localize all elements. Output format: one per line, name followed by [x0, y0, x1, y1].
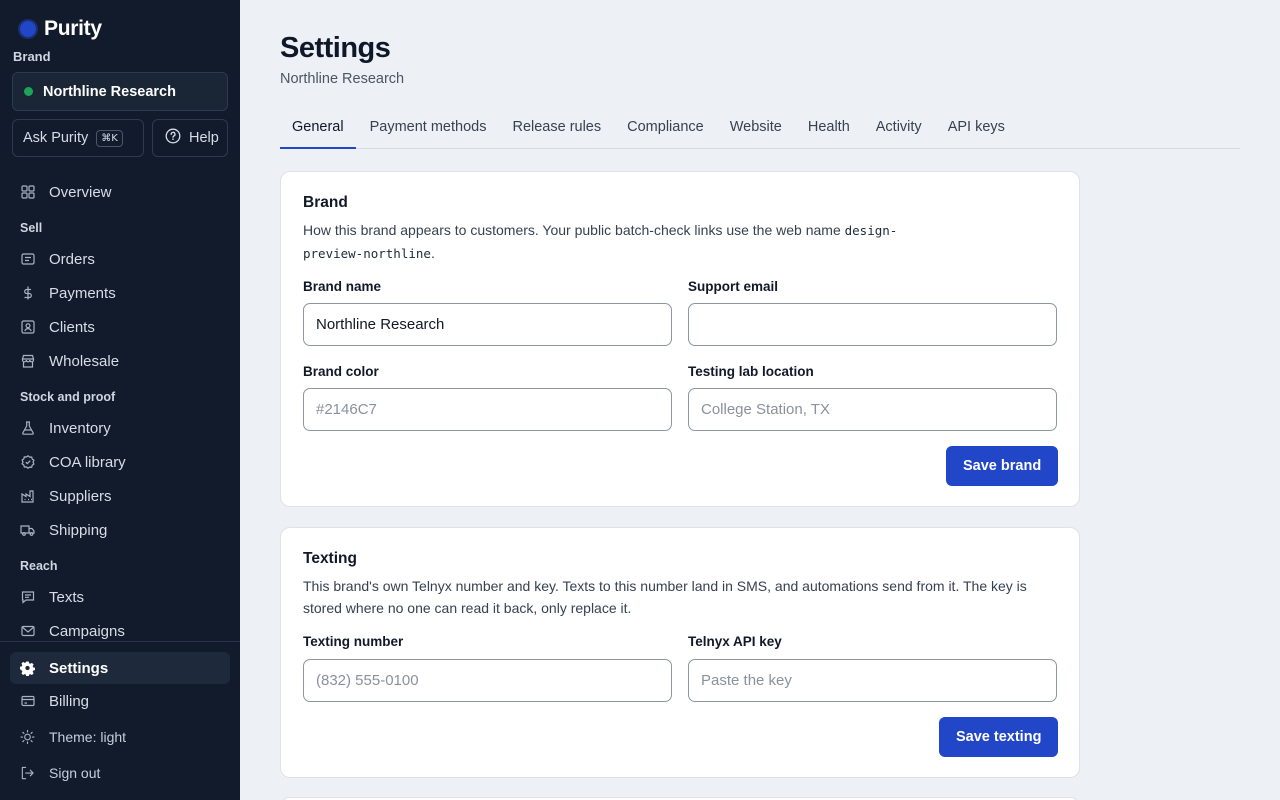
settings-tabs: General Payment methods Release rules Co…: [280, 110, 1240, 149]
card-title: Texting: [303, 550, 357, 567]
section-label-stock: Stock and proof: [20, 390, 116, 404]
logo-icon: [20, 21, 36, 37]
lab-location-input[interactable]: [688, 388, 1057, 431]
sidebar-item-label: Payments: [49, 284, 116, 302]
sidebar-item-coa-library[interactable]: COA library: [20, 450, 126, 474]
sidebar-item-label: Suppliers: [49, 487, 112, 505]
sidebar-item-inventory[interactable]: Inventory: [20, 416, 111, 440]
sidebar-item-label: Billing: [49, 692, 90, 710]
brand-switcher-label: Northline Research: [43, 83, 176, 100]
theme-toggle[interactable]: Theme: light: [20, 725, 126, 749]
tab-compliance[interactable]: Compliance: [615, 110, 716, 148]
sign-out-button[interactable]: Sign out: [20, 761, 100, 785]
sidebar-item-label: Inventory: [49, 419, 111, 437]
brand-label: Brand: [13, 49, 51, 64]
brand-name-input[interactable]: [303, 303, 672, 346]
texting-card: Texting This brand's own Telnyx number a…: [280, 527, 1080, 778]
store-icon: [20, 354, 35, 369]
sidebar-item-label: Settings: [49, 659, 109, 677]
sidebar-item-label: Clients: [49, 318, 95, 336]
status-dot-icon: [24, 87, 33, 96]
web-name-code-cont: preview-northline: [303, 246, 431, 261]
sidebar-item-label: Wholesale: [49, 352, 120, 370]
sidebar-item-payments[interactable]: Payments: [20, 281, 116, 305]
sidebar-item-shipping[interactable]: Shipping: [20, 518, 107, 542]
flask-icon: [20, 421, 35, 436]
ask-purity-button[interactable]: Ask Purity ⌘K: [12, 119, 144, 157]
brand-name-label: Brand name: [303, 279, 382, 294]
sun-icon: [20, 729, 35, 745]
web-name-code: design-: [844, 223, 898, 238]
sidebar-item-overview[interactable]: Overview: [20, 180, 112, 204]
badge-check-icon: [20, 455, 35, 470]
sign-out-label: Sign out: [49, 765, 101, 781]
grid-icon: [20, 185, 35, 200]
mail-icon: [20, 624, 35, 639]
save-texting-button[interactable]: Save texting: [939, 717, 1059, 757]
message-icon: [20, 590, 35, 605]
texting-number-label: Texting number: [303, 634, 404, 649]
tab-payment-methods[interactable]: Payment methods: [358, 110, 499, 148]
lab-location-label: Testing lab location: [688, 364, 814, 379]
sidebar-item-campaigns[interactable]: Campaigns: [20, 619, 125, 643]
sidebar: Purity Brand Northline Research Ask Puri…: [0, 0, 240, 800]
tab-release-rules[interactable]: Release rules: [500, 110, 613, 148]
sidebar-item-orders[interactable]: Orders: [20, 247, 95, 271]
tab-website[interactable]: Website: [718, 110, 794, 148]
brand-color-label: Brand color: [303, 364, 379, 379]
contact-icon: [20, 320, 35, 335]
telnyx-key-label: Telnyx API key: [688, 634, 782, 649]
page-subtitle: Northline Research: [280, 71, 405, 87]
telnyx-key-input[interactable]: [688, 659, 1057, 702]
help-button[interactable]: Help: [152, 119, 228, 157]
page-title: Settings: [280, 32, 391, 64]
sidebar-item-wholesale[interactable]: Wholesale: [20, 349, 119, 373]
sidebar-item-label: Overview: [49, 183, 112, 201]
main-content: Settings Northline Research General Paym…: [240, 0, 1280, 800]
sidebar-item-clients[interactable]: Clients: [20, 315, 95, 339]
sidebar-item-label: Orders: [49, 250, 95, 268]
receipt-icon: [20, 252, 35, 267]
description-suffix: .: [430, 245, 435, 261]
help-icon: [165, 128, 181, 149]
sidebar-item-label: COA library: [49, 453, 126, 471]
dollar-icon: [20, 286, 35, 301]
card-description: How this brand appears to customers. You…: [303, 219, 1063, 265]
tab-general[interactable]: General: [280, 110, 356, 149]
sidebar-item-settings[interactable]: Settings: [20, 656, 108, 680]
gear-icon: [20, 661, 35, 676]
factory-icon: [20, 489, 35, 504]
sidebar-item-label: Texts: [49, 588, 85, 606]
description-text: How this brand appears to customers. You…: [303, 222, 845, 238]
brand-switcher[interactable]: Northline Research: [12, 72, 228, 111]
section-label-reach: Reach: [20, 559, 58, 573]
shortcut-badge: ⌘K: [96, 129, 123, 147]
truck-icon: [20, 523, 35, 538]
card-title: Brand: [303, 194, 348, 211]
brand-color-input[interactable]: [303, 388, 672, 431]
sign-out-icon: [20, 766, 35, 781]
credit-card-icon: [20, 694, 35, 709]
support-email-input[interactable]: [688, 303, 1057, 346]
sidebar-item-texts[interactable]: Texts: [20, 585, 84, 609]
sidebar-item-suppliers[interactable]: Suppliers: [20, 484, 112, 508]
logo[interactable]: Purity: [20, 17, 102, 41]
card-description: This brand's own Telnyx number and key. …: [303, 578, 1027, 616]
support-email-label: Support email: [688, 279, 779, 294]
save-brand-button[interactable]: Save brand: [946, 446, 1059, 486]
brand-card: Brand How this brand appears to customer…: [280, 171, 1080, 507]
sidebar-item-label: Shipping: [49, 521, 108, 539]
texting-number-input[interactable]: [303, 659, 672, 702]
theme-label: Theme: light: [49, 729, 127, 745]
tab-api-keys[interactable]: API keys: [936, 110, 1017, 148]
tab-health[interactable]: Health: [796, 110, 862, 148]
ask-purity-label: Ask Purity: [23, 130, 89, 146]
section-label-sell: Sell: [20, 221, 43, 235]
app-name: Purity: [44, 17, 102, 40]
sidebar-item-billing[interactable]: Billing: [20, 689, 89, 713]
help-label: Help: [189, 130, 219, 146]
sidebar-item-label: Campaigns: [49, 622, 125, 640]
tab-activity[interactable]: Activity: [864, 110, 934, 148]
sidebar-divider: [0, 641, 240, 642]
